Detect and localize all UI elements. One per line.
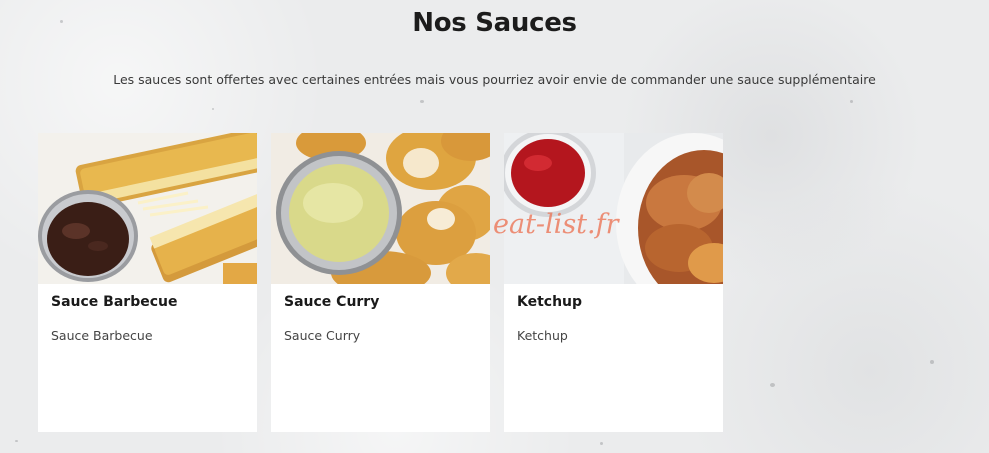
- background-speck: [600, 442, 603, 445]
- section-subtitle: Les sauces sont offertes avec certaines …: [113, 72, 876, 87]
- background-speck: [930, 360, 934, 364]
- card-title: Ketchup: [517, 294, 583, 310]
- card-title: Sauce Barbecue: [51, 294, 178, 310]
- background-speck: [850, 100, 853, 103]
- sauce-card-barbecue[interactable]: Sauce Barbecue Sauce Barbecue: [38, 133, 257, 432]
- page-title: Nos Sauces: [412, 8, 577, 38]
- sauce-card-ketchup[interactable]: Ketchup Ketchup: [504, 133, 723, 432]
- barbecue-sauce-image: [38, 133, 257, 284]
- card-description: Sauce Curry: [284, 328, 361, 343]
- background-speck: [212, 108, 214, 110]
- card-title: Sauce Curry: [284, 294, 380, 310]
- ketchup-image: [504, 133, 723, 284]
- curry-sauce-image: [271, 133, 490, 284]
- card-description: Ketchup: [517, 328, 568, 343]
- background-speck: [15, 440, 18, 442]
- background-speck: [770, 383, 775, 387]
- sauce-card-curry[interactable]: Sauce Curry Sauce Curry: [271, 133, 490, 432]
- background-speck: [420, 100, 424, 103]
- card-description: Sauce Barbecue: [51, 328, 153, 343]
